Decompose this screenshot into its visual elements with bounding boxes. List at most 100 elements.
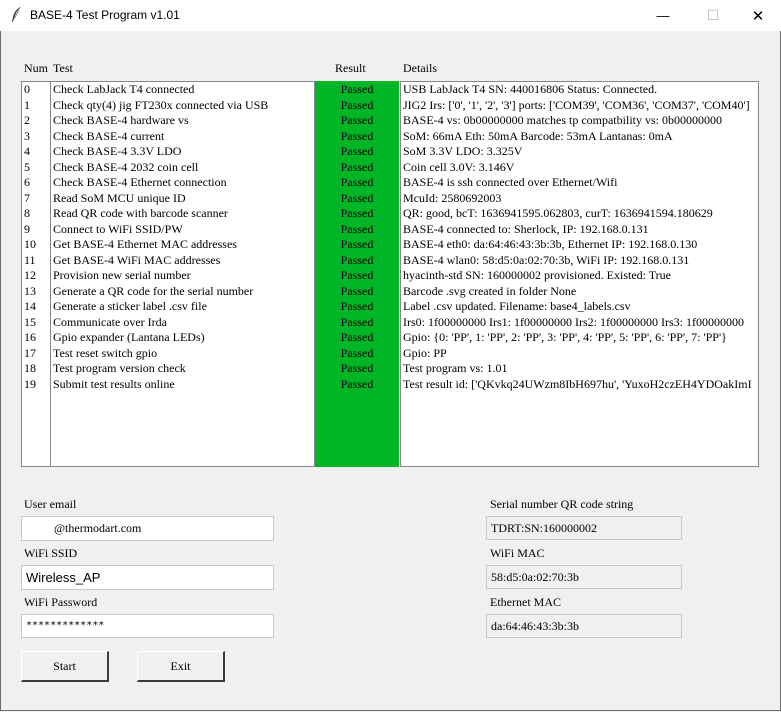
list-item-test[interactable]: Check BASE-4 Ethernet connection bbox=[51, 175, 314, 191]
list-item-num[interactable]: 8 bbox=[22, 206, 50, 222]
maximize-button[interactable]: ☐ bbox=[690, 0, 736, 31]
list-item-details[interactable]: Test program vs: 1.01 bbox=[401, 361, 758, 377]
wifi-ssid-label: WiFi SSID bbox=[24, 546, 78, 560]
list-item-num[interactable]: 4 bbox=[22, 144, 50, 160]
exit-button[interactable]: Exit bbox=[137, 651, 225, 682]
list-item-num[interactable]: 5 bbox=[22, 160, 50, 176]
list-item-num[interactable]: 15 bbox=[22, 315, 50, 331]
list-item-num[interactable]: 6 bbox=[22, 175, 50, 191]
num-listbox[interactable]: 0 1 2 3 4 5 6 7 8 9 10 11 12 13 14 15 16 17 18 19 bbox=[21, 81, 51, 467]
list-item-details[interactable]: USB LabJack T4 SN: 440016806 Status: Con… bbox=[401, 82, 758, 98]
list-item-num[interactable]: 7 bbox=[22, 191, 50, 207]
list-item-result[interactable]: Passed bbox=[316, 129, 398, 145]
list-item-num[interactable]: 12 bbox=[22, 268, 50, 284]
list-item-result[interactable]: Passed bbox=[316, 361, 398, 377]
list-item-test[interactable]: Test program version check bbox=[51, 361, 314, 377]
list-item-result[interactable]: Passed bbox=[316, 222, 398, 238]
wifi-password-field[interactable]: ************* bbox=[21, 614, 274, 638]
list-item-num[interactable]: 17 bbox=[22, 346, 50, 362]
list-item-result[interactable]: Passed bbox=[316, 160, 398, 176]
list-item-num[interactable]: 13 bbox=[22, 284, 50, 300]
list-item-test[interactable]: Read SoM MCU unique ID bbox=[51, 191, 314, 207]
list-item-result[interactable]: Passed bbox=[316, 206, 398, 222]
list-item-test[interactable]: Communicate over Irda bbox=[51, 315, 314, 331]
ethernet-mac-label: Ethernet MAC bbox=[490, 595, 561, 609]
list-item-details[interactable]: BASE-4 is ssh connected over Ethernet/Wi… bbox=[401, 175, 758, 191]
list-item-result[interactable]: Passed bbox=[316, 268, 398, 284]
list-item-result[interactable]: Passed bbox=[316, 191, 398, 207]
list-item-result[interactable]: Passed bbox=[316, 299, 398, 315]
list-item-test[interactable]: Provision new serial number bbox=[51, 268, 314, 284]
list-item-test[interactable]: Check BASE-4 2032 coin cell bbox=[51, 160, 314, 176]
header-details: Details bbox=[403, 61, 437, 75]
list-item-test[interactable]: Connect to WiFi SSID/PW bbox=[51, 222, 314, 238]
list-item-test[interactable]: Submit test results online bbox=[51, 377, 314, 393]
close-icon: ✕ bbox=[751, 7, 765, 25]
list-item-details[interactable]: Barcode .svg created in folder None bbox=[401, 284, 758, 300]
list-item-details[interactable]: Gpio: PP bbox=[401, 346, 758, 362]
list-item-result[interactable]: Passed bbox=[316, 253, 398, 269]
list-item-test[interactable]: Test reset switch gpio bbox=[51, 346, 314, 362]
list-item-num[interactable]: 11 bbox=[22, 253, 50, 269]
list-item-test[interactable]: Check BASE-4 hardware vs bbox=[51, 113, 314, 129]
list-item-num[interactable]: 14 bbox=[22, 299, 50, 315]
user-email-field[interactable]: @thermodart.com bbox=[21, 516, 274, 541]
list-item-test[interactable]: Read QR code with barcode scanner bbox=[51, 206, 314, 222]
list-item-details[interactable]: QR: good, bcT: 1636941595.062803, curT: … bbox=[401, 206, 758, 222]
result-listbox[interactable]: Passed Passed Passed Passed Passed Passed Pass… bbox=[315, 81, 399, 467]
list-item-details[interactable]: JIG2 Irs: ['0', '1', '2', '3'] ports: ['… bbox=[401, 98, 758, 114]
list-item-num[interactable]: 16 bbox=[22, 330, 50, 346]
wifi-ssid-field[interactable]: Wireless_AP bbox=[21, 565, 274, 590]
serial-qr-value: TDRT:SN:160000002 bbox=[486, 516, 682, 540]
start-button[interactable]: Start bbox=[21, 651, 109, 682]
list-item-test[interactable]: Generate a sticker label .csv file bbox=[51, 299, 314, 315]
minimize-button[interactable]: — bbox=[640, 0, 686, 31]
list-item-test[interactable]: Check LabJack T4 connected bbox=[51, 82, 314, 98]
list-item-num[interactable]: 19 bbox=[22, 377, 50, 393]
close-button[interactable]: ✕ bbox=[735, 0, 781, 31]
list-item-details[interactable]: Irs0: 1f00000000 Irs1: 1f00000000 Irs2: … bbox=[401, 315, 758, 331]
list-item-num[interactable]: 0 bbox=[22, 82, 50, 98]
list-item-test[interactable]: Get BASE-4 Ethernet MAC addresses bbox=[51, 237, 314, 253]
list-item-result[interactable]: Passed bbox=[316, 82, 398, 98]
list-item-num[interactable]: 9 bbox=[22, 222, 50, 238]
list-item-details[interactable]: BASE-4 eth0: da:64:46:43:3b:3b, Ethernet… bbox=[401, 237, 758, 253]
test-listbox[interactable]: Check LabJack T4 connected Check qty(4) j… bbox=[50, 81, 315, 467]
wifi-mac-label: WiFi MAC bbox=[490, 546, 545, 560]
list-item-result[interactable]: Passed bbox=[316, 113, 398, 129]
list-item-details[interactable]: McuId: 2580692003 bbox=[401, 191, 758, 207]
list-item-details[interactable]: SoM: 66mA Eth: 50mA Barcode: 53mA Lantan… bbox=[401, 129, 758, 145]
list-item-result[interactable]: Passed bbox=[316, 315, 398, 331]
list-item-test[interactable]: Check BASE-4 current bbox=[51, 129, 314, 145]
feather-icon bbox=[12, 6, 21, 22]
list-item-details[interactable]: BASE-4 connected to: Sherlock, IP: 192.1… bbox=[401, 222, 758, 238]
list-item-num[interactable]: 3 bbox=[22, 129, 50, 145]
list-item-details[interactable]: SoM 3.3V LDO: 3.325V bbox=[401, 144, 758, 160]
list-item-test[interactable]: Get BASE-4 WiFi MAC addresses bbox=[51, 253, 314, 269]
list-item-test[interactable]: Gpio expander (Lantana LEDs) bbox=[51, 330, 314, 346]
list-item-result[interactable]: Passed bbox=[316, 144, 398, 160]
list-item-details[interactable]: BASE-4 wlan0: 58:d5:0a:02:70:3b, WiFi IP… bbox=[401, 253, 758, 269]
list-item-details[interactable]: Coin cell 3.0V: 3.146V bbox=[401, 160, 758, 176]
list-item-test[interactable]: Check BASE-4 3.3V LDO bbox=[51, 144, 314, 160]
list-item-test[interactable]: Generate a QR code for the serial number bbox=[51, 284, 314, 300]
list-item-num[interactable]: 1 bbox=[22, 98, 50, 114]
list-item-result[interactable]: Passed bbox=[316, 175, 398, 191]
list-item-details[interactable]: Test result id: ['QKvkq24UWzm8IbH697hu',… bbox=[401, 377, 758, 393]
list-item-result[interactable]: Passed bbox=[316, 346, 398, 362]
list-item-num[interactable]: 18 bbox=[22, 361, 50, 377]
list-item-details[interactable]: hyacinth-std SN: 160000002 provisioned. … bbox=[401, 268, 758, 284]
list-item-result[interactable]: Passed bbox=[316, 377, 398, 393]
details-listbox[interactable]: USB LabJack T4 SN: 440016806 Status: Con… bbox=[400, 81, 759, 467]
list-item-result[interactable]: Passed bbox=[316, 98, 398, 114]
list-item-details[interactable]: Label .csv updated. Filename: base4_labe… bbox=[401, 299, 758, 315]
list-item-details[interactable]: Gpio: {0: 'PP', 1: 'PP', 2: 'PP', 3: 'PP… bbox=[401, 330, 758, 346]
list-item-result[interactable]: Passed bbox=[316, 237, 398, 253]
header-num: Num bbox=[24, 61, 48, 75]
list-item-num[interactable]: 2 bbox=[22, 113, 50, 129]
list-item-details[interactable]: BASE-4 vs: 0b00000000 matches tp compatb… bbox=[401, 113, 758, 129]
list-item-test[interactable]: Check qty(4) jig FT230x connected via US… bbox=[51, 98, 314, 114]
list-item-num[interactable]: 10 bbox=[22, 237, 50, 253]
list-item-result[interactable]: Passed bbox=[316, 330, 398, 346]
list-item-result[interactable]: Passed bbox=[316, 284, 398, 300]
